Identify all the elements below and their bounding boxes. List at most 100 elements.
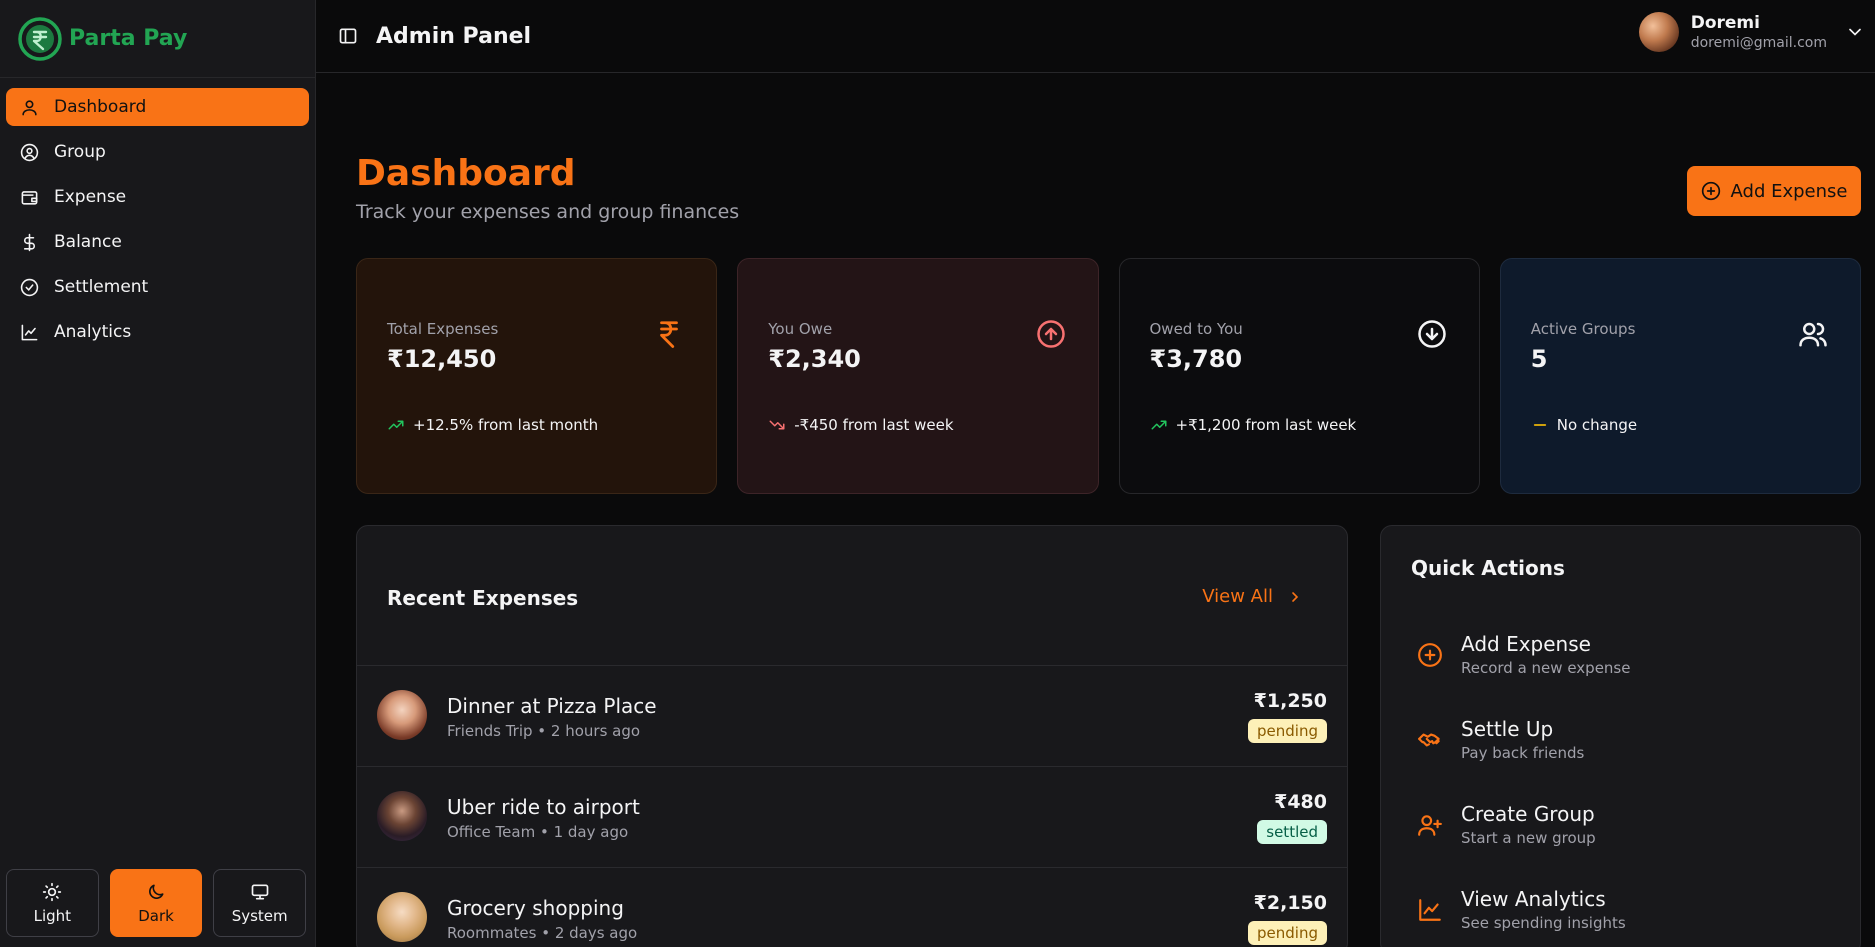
line-chart-icon xyxy=(1417,897,1443,923)
sidebar-nav: Dashboard Group Expense Balance Settleme… xyxy=(0,78,315,351)
stat-card-you-owe: You Owe ₹2,340 -₹450 from last week xyxy=(737,258,1099,494)
sun-icon xyxy=(43,882,62,901)
sidebar-toggle-icon[interactable] xyxy=(338,25,360,47)
trend-up-icon xyxy=(388,420,404,430)
quick-action-subtitle: Start a new group xyxy=(1461,829,1596,847)
dollar-icon xyxy=(18,231,40,253)
recent-expenses-card: Recent Expenses View All Dinner at Pizza… xyxy=(356,525,1348,947)
expense-meta: Office Team • 1 day ago xyxy=(447,823,629,841)
quick-action-subtitle: See spending insights xyxy=(1461,914,1626,932)
arrow-down-circle-icon xyxy=(1417,319,1447,349)
arrow-up-circle-icon xyxy=(1036,319,1066,349)
recent-expenses-header: Recent Expenses View All xyxy=(357,526,1347,666)
expense-title: Dinner at Pizza Place xyxy=(447,694,657,718)
sidebar-item-balance[interactable]: Balance xyxy=(6,223,309,261)
theme-light-label: Light xyxy=(33,906,72,925)
stat-change-text: -₹450 from last week xyxy=(794,416,954,434)
sidebar-item-dashboard[interactable]: Dashboard xyxy=(6,88,309,126)
quick-action-title: Add Expense xyxy=(1461,632,1591,656)
sidebar-item-expense[interactable]: Expense xyxy=(6,178,309,216)
sidebar-item-label: Balance xyxy=(54,232,122,252)
user-name: Doremi xyxy=(1690,13,1760,33)
stat-label: You Owe xyxy=(768,320,833,338)
quick-action-view-analytics[interactable]: View Analytics See spending insights xyxy=(1411,881,1791,941)
stat-card-owed-to-you: Owed to You ₹3,780 +₹1,200 from last wee… xyxy=(1118,258,1480,494)
plus-circle-icon xyxy=(1701,181,1720,201)
sidebar-item-analytics[interactable]: Analytics xyxy=(6,313,309,351)
theme-system-label: System xyxy=(231,906,288,925)
status-badge: pending xyxy=(1248,921,1327,945)
quick-action-subtitle: Pay back friends xyxy=(1461,744,1585,762)
theme-dark-button[interactable]: Dark xyxy=(109,869,203,937)
theme-light-button[interactable]: Light xyxy=(6,869,99,937)
stat-value: 5 xyxy=(1530,345,1548,373)
line-chart-icon xyxy=(18,321,40,343)
stat-card-active-groups: Active Groups 5 No change xyxy=(1499,258,1861,494)
monitor-icon xyxy=(251,884,269,899)
add-expense-button[interactable]: Add Expense xyxy=(1687,166,1861,216)
stat-change: No change xyxy=(1531,416,1637,434)
user-plus-icon xyxy=(1417,812,1443,838)
sidebar-item-label: Expense xyxy=(54,187,127,207)
minus-icon xyxy=(1533,424,1546,426)
expense-row[interactable]: Dinner at Pizza Place Friends Trip • 2 h… xyxy=(357,666,1347,767)
brand[interactable]: Parta Pay xyxy=(0,0,315,78)
trend-up-icon xyxy=(1151,420,1166,430)
sidebar-item-label: Analytics xyxy=(54,322,132,342)
expense-title: Uber ride to airport xyxy=(447,795,640,819)
header-title: Admin Panel xyxy=(376,23,532,49)
view-all-link[interactable]: View All xyxy=(1202,586,1303,607)
expense-title: Grocery shopping xyxy=(447,896,624,920)
top-header: Admin Panel Doremi doremi@gmail.com xyxy=(316,0,1875,73)
check-circle-icon xyxy=(18,276,40,298)
quick-action-title: Settle Up xyxy=(1461,717,1554,741)
stat-label: Owed to You xyxy=(1149,320,1243,338)
sidebar-item-label: Settlement xyxy=(54,277,149,297)
handshake-icon xyxy=(1417,727,1443,753)
page-title: Dashboard xyxy=(356,153,576,194)
theme-system-button[interactable]: System xyxy=(213,869,307,937)
avatar xyxy=(377,690,427,740)
stat-value: ₹2,340 xyxy=(768,345,861,373)
stat-value: ₹12,450 xyxy=(387,345,497,373)
quick-action-title: Create Group xyxy=(1461,802,1595,826)
sidebar-item-settlement[interactable]: Settlement xyxy=(6,268,309,306)
stat-label: Active Groups xyxy=(1530,320,1636,338)
stat-change-text: +12.5% from last month xyxy=(413,416,599,434)
user-icon xyxy=(18,96,40,118)
users-icon xyxy=(1798,319,1828,349)
quick-action-settle-up[interactable]: Settle Up Pay back friends xyxy=(1411,711,1791,771)
quick-actions-title: Quick Actions xyxy=(1411,556,1565,580)
stat-change-text: +₹1,200 from last week xyxy=(1175,416,1357,434)
expense-row[interactable]: Uber ride to airport Office Team • 1 day… xyxy=(357,767,1347,868)
quick-action-add-expense[interactable]: Add Expense Record a new expense xyxy=(1411,626,1791,686)
rupee-icon xyxy=(654,319,684,349)
avatar xyxy=(1638,12,1679,52)
expense-row[interactable]: Grocery shopping Roommates • 2 days ago … xyxy=(357,868,1347,947)
user-menu[interactable]: Doremi doremi@gmail.com xyxy=(1638,12,1865,52)
status-badge: settled xyxy=(1257,820,1327,844)
sidebar: Parta Pay Dashboard Group Expense Balanc… xyxy=(0,0,316,947)
trend-down-icon xyxy=(769,420,785,430)
expense-amount: ₹2,150 xyxy=(1253,892,1327,914)
chevron-right-icon xyxy=(1292,591,1299,602)
quick-actions-card: Quick Actions Add Expense Record a new e… xyxy=(1380,525,1861,947)
expense-amount: ₹480 xyxy=(1274,791,1327,813)
user-email: doremi@gmail.com xyxy=(1690,35,1827,51)
stats-row: Total Expenses ₹12,450 +12.5% from last … xyxy=(356,258,1861,494)
quick-action-create-group[interactable]: Create Group Start a new group xyxy=(1411,796,1791,856)
stat-card-total-expenses: Total Expenses ₹12,450 +12.5% from last … xyxy=(356,258,718,494)
stat-change: +12.5% from last month xyxy=(387,416,598,434)
stat-change: -₹450 from last week xyxy=(768,416,954,434)
avatar xyxy=(377,791,427,841)
stat-change: +₹1,200 from last week xyxy=(1150,416,1357,434)
quick-action-subtitle: Record a new expense xyxy=(1461,659,1631,677)
view-all-label: View All xyxy=(1202,586,1273,607)
recent-expenses-title: Recent Expenses xyxy=(387,586,579,610)
stat-change-text: No change xyxy=(1556,416,1638,434)
brand-name: Parta Pay xyxy=(69,26,188,51)
chevron-down-icon xyxy=(1849,28,1861,36)
user-info: Doremi doremi@gmail.com xyxy=(1691,13,1827,51)
sidebar-item-group[interactable]: Group xyxy=(6,133,309,171)
add-expense-label: Add Expense xyxy=(1730,180,1848,202)
